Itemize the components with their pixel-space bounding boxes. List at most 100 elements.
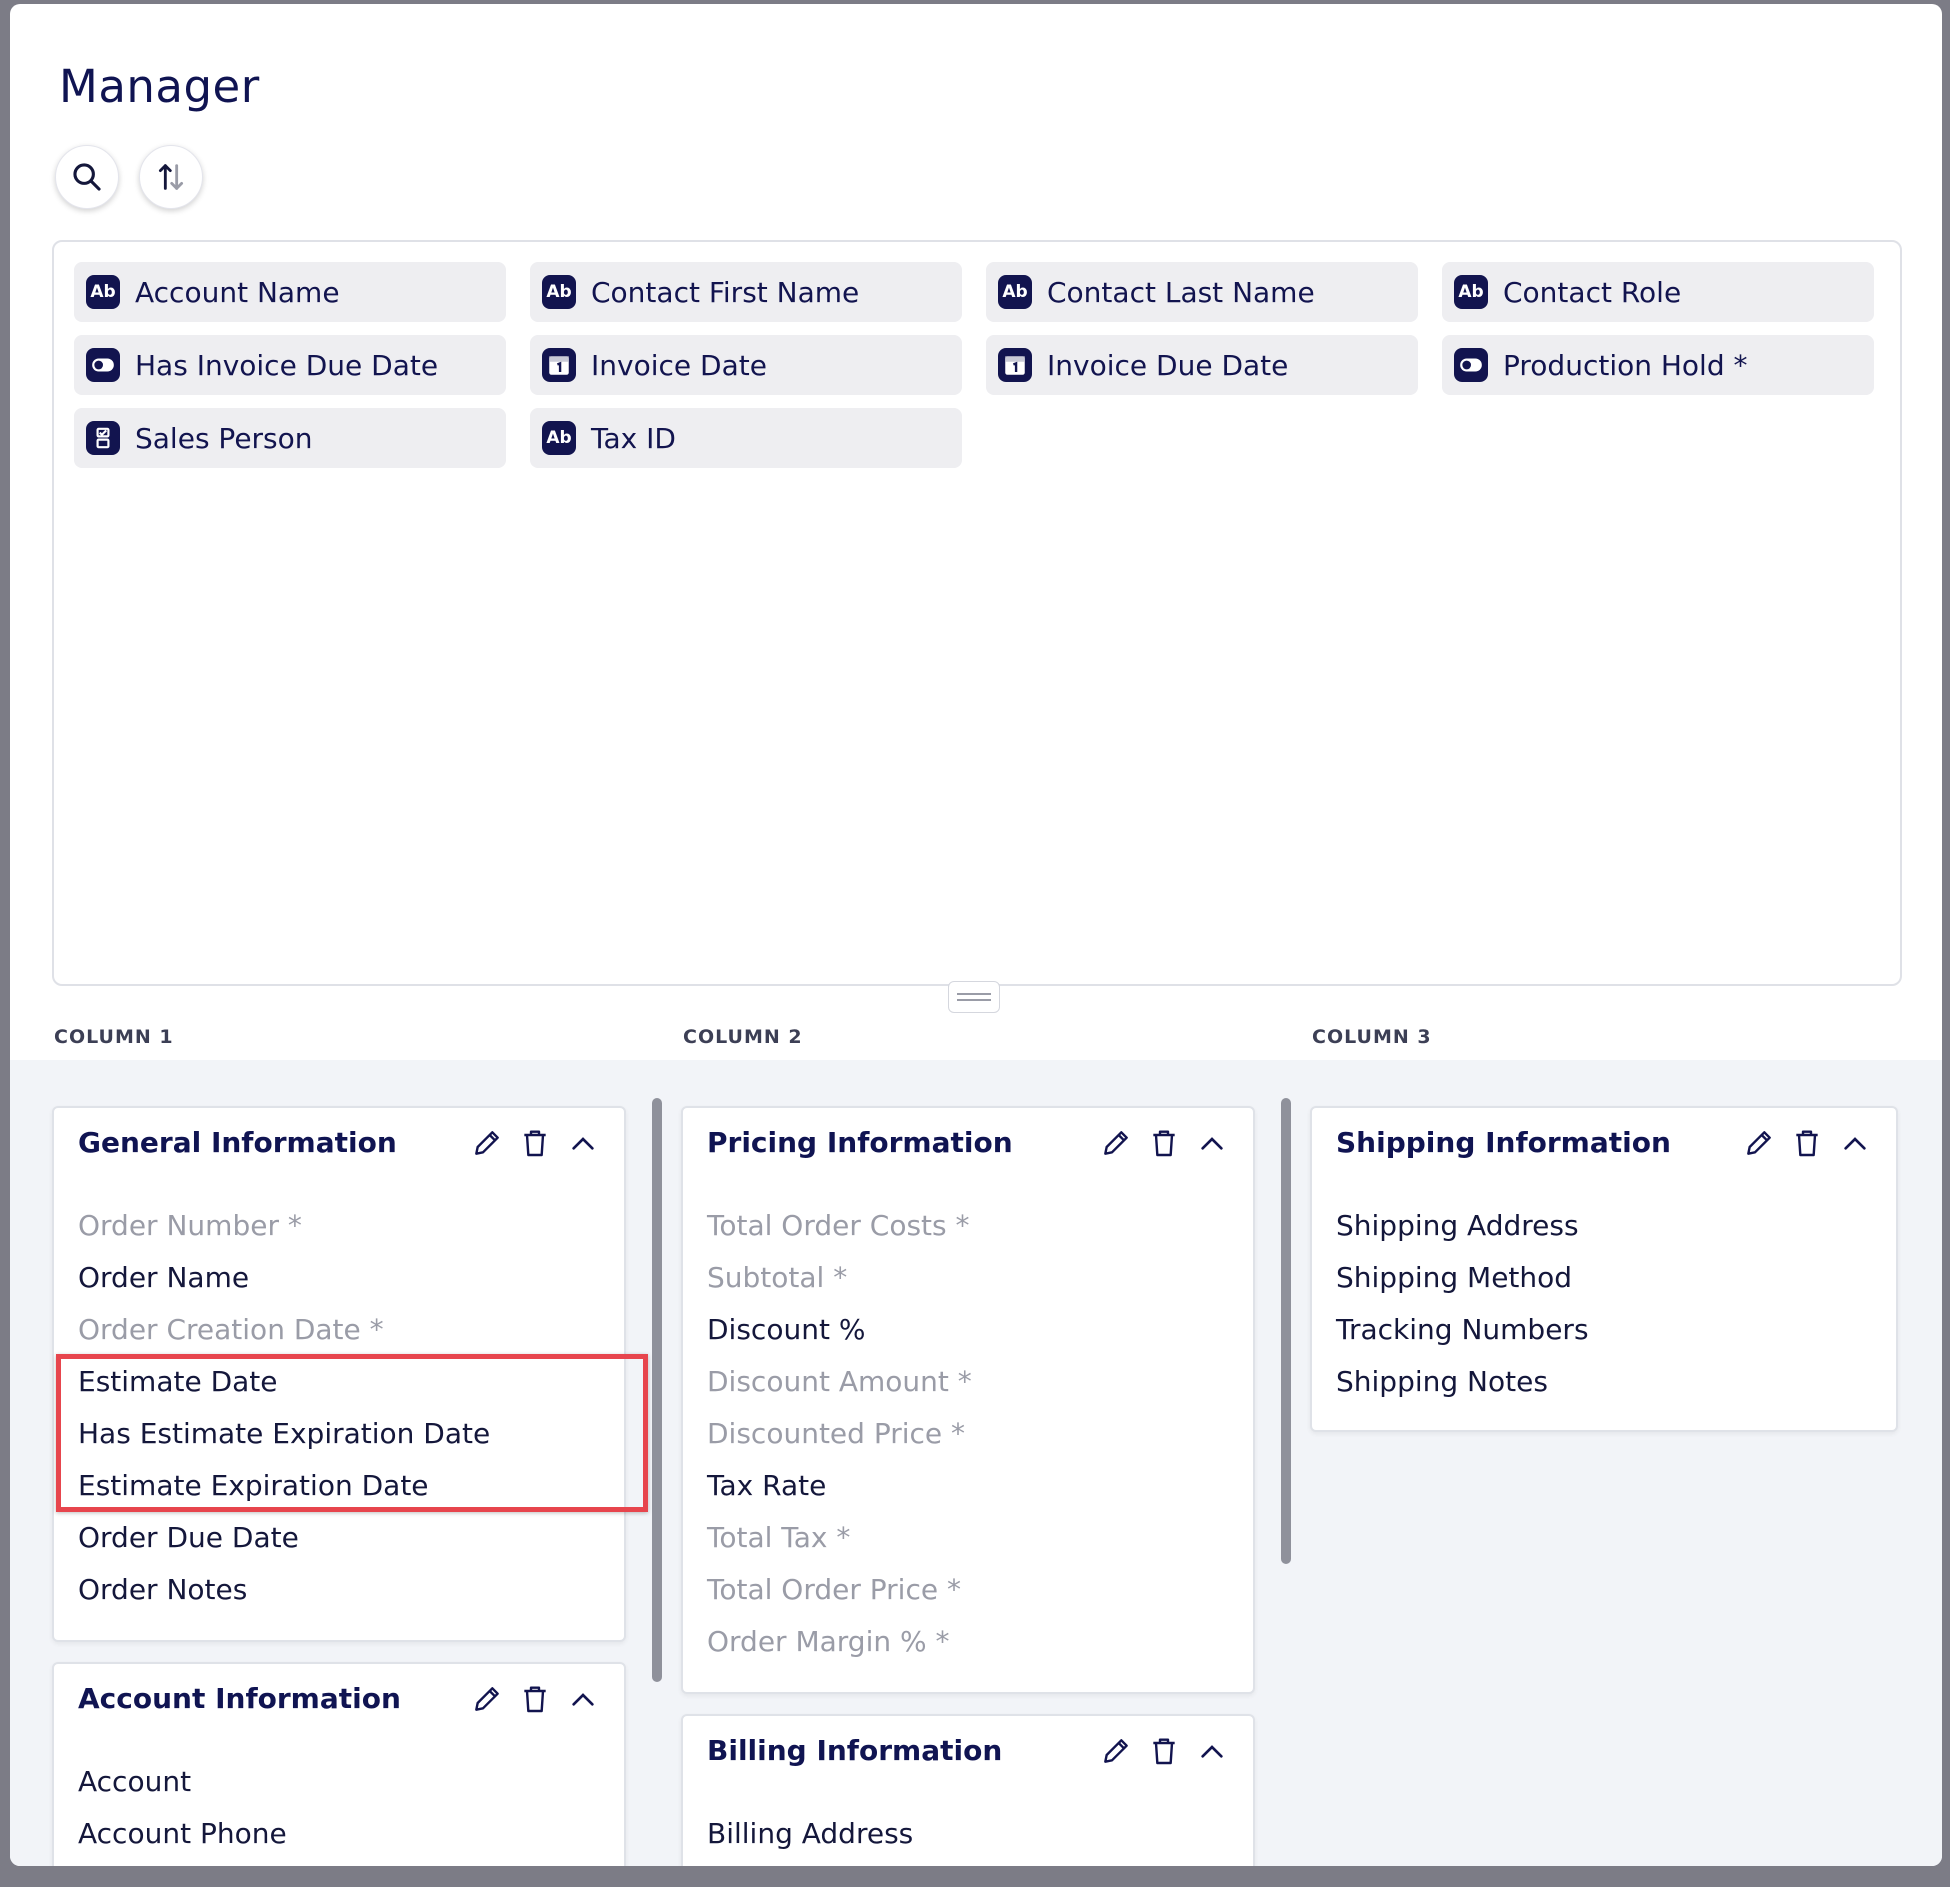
field-discounted-price[interactable]: Discounted Price *: [707, 1408, 972, 1460]
edit-section-button[interactable]: [470, 1682, 504, 1716]
field-has-estimate-expiration-date[interactable]: Has Estimate Expiration Date: [78, 1408, 490, 1460]
section-general-information[interactable]: General Information Order Number * Order…: [52, 1106, 626, 1642]
field-chip-contact-last-name[interactable]: Ab Contact Last Name: [986, 262, 1418, 322]
field-chip-tax-id[interactable]: Ab Tax ID: [530, 408, 962, 468]
field-chip-label: Account Name: [135, 275, 340, 309]
collapse-section-button[interactable]: [566, 1126, 600, 1160]
collapse-section-button[interactable]: [1195, 1734, 1229, 1768]
pencil-icon: [475, 1687, 499, 1711]
field-total-order-costs[interactable]: Total Order Costs *: [707, 1200, 972, 1252]
select-type-icon: [86, 421, 120, 455]
field-total-tax[interactable]: Total Tax *: [707, 1512, 972, 1564]
section-account-information[interactable]: Account Information Account Account Phon…: [52, 1662, 626, 1866]
sort-arrows-icon: [158, 164, 184, 190]
field-tracking-numbers[interactable]: Tracking Numbers: [1336, 1304, 1589, 1356]
chevron-up-icon: [572, 1693, 594, 1706]
field-subtotal[interactable]: Subtotal *: [707, 1252, 972, 1304]
edit-section-button[interactable]: [1099, 1126, 1133, 1160]
edit-section-button[interactable]: [1742, 1126, 1776, 1160]
collapse-section-button[interactable]: [1838, 1126, 1872, 1160]
delete-section-button[interactable]: [1147, 1126, 1181, 1160]
section-actions: [470, 1126, 600, 1160]
panel-resize-handle[interactable]: [948, 981, 1000, 1013]
field-order-margin-percent[interactable]: Order Margin % *: [707, 1616, 972, 1668]
field-discount-percent[interactable]: Discount %: [707, 1304, 972, 1356]
field-shipping-notes[interactable]: Shipping Notes: [1336, 1356, 1589, 1408]
field-order-creation-date[interactable]: Order Creation Date *: [78, 1304, 490, 1356]
column-1-scrollbar[interactable]: [652, 1098, 662, 1682]
section-field-list: Shipping Address Shipping Method Trackin…: [1336, 1200, 1589, 1408]
pencil-icon: [1104, 1739, 1128, 1763]
available-fields-panel: Ab Account Name Ab Contact First Name Ab…: [52, 240, 1902, 986]
field-discount-amount[interactable]: Discount Amount *: [707, 1356, 972, 1408]
edit-section-button[interactable]: [470, 1126, 504, 1160]
section-pricing-information[interactable]: Pricing Information Total Order Costs * …: [681, 1106, 1255, 1694]
field-chip-label: Invoice Date: [591, 348, 767, 382]
search-button[interactable]: [55, 145, 119, 209]
field-chip-invoice-due-date[interactable]: Invoice Due Date: [986, 335, 1418, 395]
date-type-icon: [998, 348, 1032, 382]
search-icon: [73, 163, 101, 191]
manager-window: Manager Ab Account Name Ab Contact First…: [10, 4, 1942, 1866]
delete-section-button[interactable]: [1147, 1734, 1181, 1768]
delete-section-button[interactable]: [518, 1682, 552, 1716]
text-type-icon: Ab: [1454, 275, 1488, 309]
section-field-list: Order Number * Order Name Order Creation…: [78, 1200, 490, 1616]
column-2-scrollbar[interactable]: [1281, 1098, 1291, 1564]
section-field-list: Billing Address: [707, 1808, 913, 1860]
sort-button[interactable]: [139, 145, 203, 209]
field-order-number[interactable]: Order Number *: [78, 1200, 490, 1252]
section-field-list: Account Account Phone: [78, 1756, 287, 1860]
text-type-icon: Ab: [998, 275, 1032, 309]
field-order-due-date[interactable]: Order Due Date: [78, 1512, 490, 1564]
field-chip-contact-first-name[interactable]: Ab Contact First Name: [530, 262, 962, 322]
text-type-icon: Ab: [542, 275, 576, 309]
section-actions: [1742, 1126, 1872, 1160]
field-estimate-date[interactable]: Estimate Date: [78, 1356, 490, 1408]
field-order-name[interactable]: Order Name: [78, 1252, 490, 1304]
delete-section-button[interactable]: [1790, 1126, 1824, 1160]
section-title: Shipping Information: [1336, 1126, 1671, 1159]
pencil-icon: [1747, 1131, 1771, 1155]
chevron-up-icon: [1844, 1137, 1866, 1150]
field-chip-contact-role[interactable]: Ab Contact Role: [1442, 262, 1874, 322]
pencil-icon: [1104, 1131, 1128, 1155]
column-3-label: COLUMN 3: [1312, 1026, 1432, 1048]
edit-section-button[interactable]: [1099, 1734, 1133, 1768]
date-type-icon: [542, 348, 576, 382]
field-total-order-price[interactable]: Total Order Price *: [707, 1564, 972, 1616]
field-estimate-expiration-date[interactable]: Estimate Expiration Date: [78, 1460, 490, 1512]
delete-section-button[interactable]: [518, 1126, 552, 1160]
field-account[interactable]: Account: [78, 1756, 287, 1808]
chevron-up-icon: [1201, 1745, 1223, 1758]
field-chip-label: Tax ID: [591, 421, 676, 455]
section-title: Billing Information: [707, 1734, 1003, 1767]
trash-icon: [1153, 1738, 1175, 1765]
field-shipping-method[interactable]: Shipping Method: [1336, 1252, 1589, 1304]
collapse-section-button[interactable]: [1195, 1126, 1229, 1160]
chevron-up-icon: [1201, 1137, 1223, 1150]
toggle-type-icon: [86, 348, 120, 382]
grip-lines-icon: [957, 993, 991, 1001]
field-shipping-address[interactable]: Shipping Address: [1336, 1200, 1589, 1252]
text-type-icon: Ab: [86, 275, 120, 309]
field-billing-address[interactable]: Billing Address: [707, 1808, 913, 1860]
field-chip-sales-person[interactable]: Sales Person: [74, 408, 506, 468]
field-chip-has-invoice-due-date[interactable]: Has Invoice Due Date: [74, 335, 506, 395]
field-chip-label: Contact Last Name: [1047, 275, 1315, 309]
field-chip-production-hold[interactable]: Production Hold *: [1442, 335, 1874, 395]
field-chip-account-name[interactable]: Ab Account Name: [74, 262, 506, 322]
section-actions: [1099, 1734, 1229, 1768]
section-field-list: Total Order Costs * Subtotal * Discount …: [707, 1200, 972, 1668]
section-billing-information[interactable]: Billing Information Billing Address: [681, 1714, 1255, 1866]
toggle-type-icon: [1454, 348, 1488, 382]
section-shipping-information[interactable]: Shipping Information Shipping Address Sh…: [1310, 1106, 1898, 1432]
section-title: General Information: [78, 1126, 397, 1159]
field-tax-rate[interactable]: Tax Rate: [707, 1460, 972, 1512]
field-order-notes[interactable]: Order Notes: [78, 1564, 490, 1616]
page-title: Manager: [59, 60, 260, 113]
field-chip-invoice-date[interactable]: Invoice Date: [530, 335, 962, 395]
collapse-section-button[interactable]: [566, 1682, 600, 1716]
section-title: Account Information: [78, 1682, 401, 1715]
field-account-phone[interactable]: Account Phone: [78, 1808, 287, 1860]
